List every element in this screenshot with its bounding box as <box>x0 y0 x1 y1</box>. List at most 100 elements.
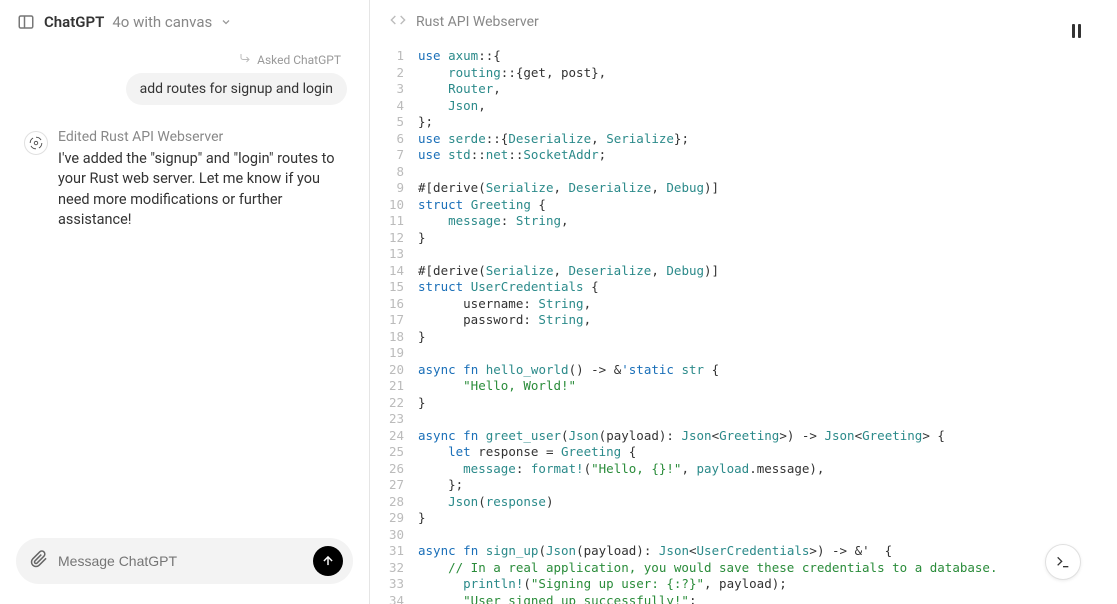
code-line[interactable]: 6use serde::{Deserialize, Serialize}; <box>370 131 1117 148</box>
code-content[interactable]: // In a real application, you would save… <box>418 560 997 577</box>
code-content[interactable]: } <box>418 230 426 247</box>
line-number: 19 <box>370 345 418 362</box>
code-content[interactable] <box>418 527 426 544</box>
line-number: 3 <box>370 81 418 98</box>
code-line[interactable]: 33 println!("Signing up user: {:?}", pay… <box>370 576 1117 593</box>
code-line[interactable]: 9#[derive(Serialize, Deserialize, Debug)… <box>370 180 1117 197</box>
chat-input[interactable] <box>58 553 303 569</box>
code-content[interactable]: async fn sign_up(Json(payload): Json<Use… <box>418 543 892 560</box>
code-line[interactable]: 10struct Greeting { <box>370 197 1117 214</box>
code-content[interactable]: async fn greet_user(Json(payload): Json<… <box>418 428 945 445</box>
code-line[interactable]: 27 }; <box>370 477 1117 494</box>
assistant-avatar-icon <box>24 131 48 155</box>
line-number: 6 <box>370 131 418 148</box>
code-content[interactable]: async fn hello_world() -> &'static str { <box>418 362 719 379</box>
code-line[interactable]: 31async fn sign_up(Json(payload): Json<U… <box>370 543 1117 560</box>
chevron-down-icon[interactable] <box>220 13 232 32</box>
terminal-fab[interactable] <box>1045 544 1081 580</box>
code-content[interactable]: username: String, <box>418 296 591 313</box>
code-content[interactable]: message: format!("Hello, {}!", payload.m… <box>418 461 824 478</box>
code-content[interactable]: use std::net::SocketAddr; <box>418 147 606 164</box>
assistant-edited-title: Edited Rust API Webserver <box>58 129 345 145</box>
line-number: 16 <box>370 296 418 313</box>
code-line[interactable]: 7use std::net::SocketAddr; <box>370 147 1117 164</box>
code-content[interactable]: println!("Signing up user: {:?}", payloa… <box>418 576 787 593</box>
code-content[interactable]: message: String, <box>418 213 569 230</box>
code-line[interactable]: 12} <box>370 230 1117 247</box>
code-line[interactable]: 20async fn hello_world() -> &'static str… <box>370 362 1117 379</box>
code-content[interactable]: #[derive(Serialize, Deserialize, Debug)] <box>418 180 719 197</box>
line-number: 8 <box>370 164 418 181</box>
code-content[interactable]: }; <box>418 114 433 131</box>
code-content[interactable]: } <box>418 395 426 412</box>
code-line[interactable]: 24async fn greet_user(Json(payload): Jso… <box>370 428 1117 445</box>
code-line[interactable]: 21 "Hello, World!" <box>370 378 1117 395</box>
line-number: 9 <box>370 180 418 197</box>
code-line[interactable]: 28 Json(response) <box>370 494 1117 511</box>
chat-input-box[interactable] <box>16 538 353 584</box>
code-line[interactable]: 14#[derive(Serialize, Deserialize, Debug… <box>370 263 1117 280</box>
line-number: 24 <box>370 428 418 445</box>
model-variant: 4o with canvas <box>112 13 212 31</box>
code-line[interactable]: 30 <box>370 527 1117 544</box>
chat-messages: Asked ChatGPT add routes for signup and … <box>0 44 369 526</box>
code-line[interactable]: 4 Json, <box>370 98 1117 115</box>
line-number: 23 <box>370 411 418 428</box>
code-content[interactable]: Json(response) <box>418 494 554 511</box>
asked-label-row: Asked ChatGPT <box>16 52 353 67</box>
line-number: 2 <box>370 65 418 82</box>
code-content[interactable] <box>418 246 426 263</box>
line-number: 34 <box>370 593 418 604</box>
line-number: 31 <box>370 543 418 560</box>
code-line[interactable]: 18} <box>370 329 1117 346</box>
code-content[interactable]: Json, <box>418 98 486 115</box>
code-content[interactable]: "Hello, World!" <box>418 378 576 395</box>
code-editor[interactable]: 1use axum::{2 routing::{get, post},3 Rou… <box>370 44 1117 604</box>
model-header[interactable]: ChatGPT 4o with canvas <box>0 0 369 44</box>
pause-button[interactable] <box>1072 24 1081 38</box>
asked-label: Asked ChatGPT <box>257 53 341 67</box>
code-content[interactable]: password: String, <box>418 312 591 329</box>
sidebar-toggle-icon[interactable] <box>16 12 36 32</box>
code-content[interactable] <box>418 411 426 428</box>
reply-arrow-icon <box>239 52 251 67</box>
attach-icon[interactable] <box>30 550 48 572</box>
send-button[interactable] <box>313 546 343 576</box>
code-content[interactable]: struct UserCredentials { <box>418 279 599 296</box>
code-line[interactable]: 16 username: String, <box>370 296 1117 313</box>
code-content[interactable]: routing::{get, post}, <box>418 65 606 82</box>
code-line[interactable]: 15struct UserCredentials { <box>370 279 1117 296</box>
code-content[interactable]: use axum::{ <box>418 48 501 65</box>
assistant-block: Edited Rust API Webserver I've added the… <box>16 129 353 230</box>
code-line[interactable]: 2 routing::{get, post}, <box>370 65 1117 82</box>
code-line[interactable]: 25 let response = Greeting { <box>370 444 1117 461</box>
code-content[interactable]: } <box>418 329 426 346</box>
code-content[interactable]: }; <box>418 477 463 494</box>
code-content[interactable] <box>418 164 426 181</box>
line-number: 14 <box>370 263 418 280</box>
code-content[interactable]: } <box>418 510 426 527</box>
code-line[interactable]: 1use axum::{ <box>370 48 1117 65</box>
code-content[interactable]: "User signed up successfully!"; <box>418 593 696 604</box>
code-line[interactable]: 23 <box>370 411 1117 428</box>
code-line[interactable]: 34 "User signed up successfully!"; <box>370 593 1117 604</box>
code-content[interactable] <box>418 345 426 362</box>
code-line[interactable]: 26 message: format!("Hello, {}!", payloa… <box>370 461 1117 478</box>
code-content[interactable]: struct Greeting { <box>418 197 546 214</box>
code-line[interactable]: 29} <box>370 510 1117 527</box>
code-line[interactable]: 32 // In a real application, you would s… <box>370 560 1117 577</box>
line-number: 17 <box>370 312 418 329</box>
code-line[interactable]: 19 <box>370 345 1117 362</box>
code-line[interactable]: 22} <box>370 395 1117 412</box>
code-content[interactable]: let response = Greeting { <box>418 444 636 461</box>
code-line[interactable]: 5}; <box>370 114 1117 131</box>
code-content[interactable]: Router, <box>418 81 501 98</box>
code-line[interactable]: 11 message: String, <box>370 213 1117 230</box>
code-line[interactable]: 8 <box>370 164 1117 181</box>
code-line[interactable]: 17 password: String, <box>370 312 1117 329</box>
code-content[interactable]: use serde::{Deserialize, Serialize}; <box>418 131 689 148</box>
code-line[interactable]: 13 <box>370 246 1117 263</box>
code-line[interactable]: 3 Router, <box>370 81 1117 98</box>
line-number: 13 <box>370 246 418 263</box>
code-content[interactable]: #[derive(Serialize, Deserialize, Debug)] <box>418 263 719 280</box>
